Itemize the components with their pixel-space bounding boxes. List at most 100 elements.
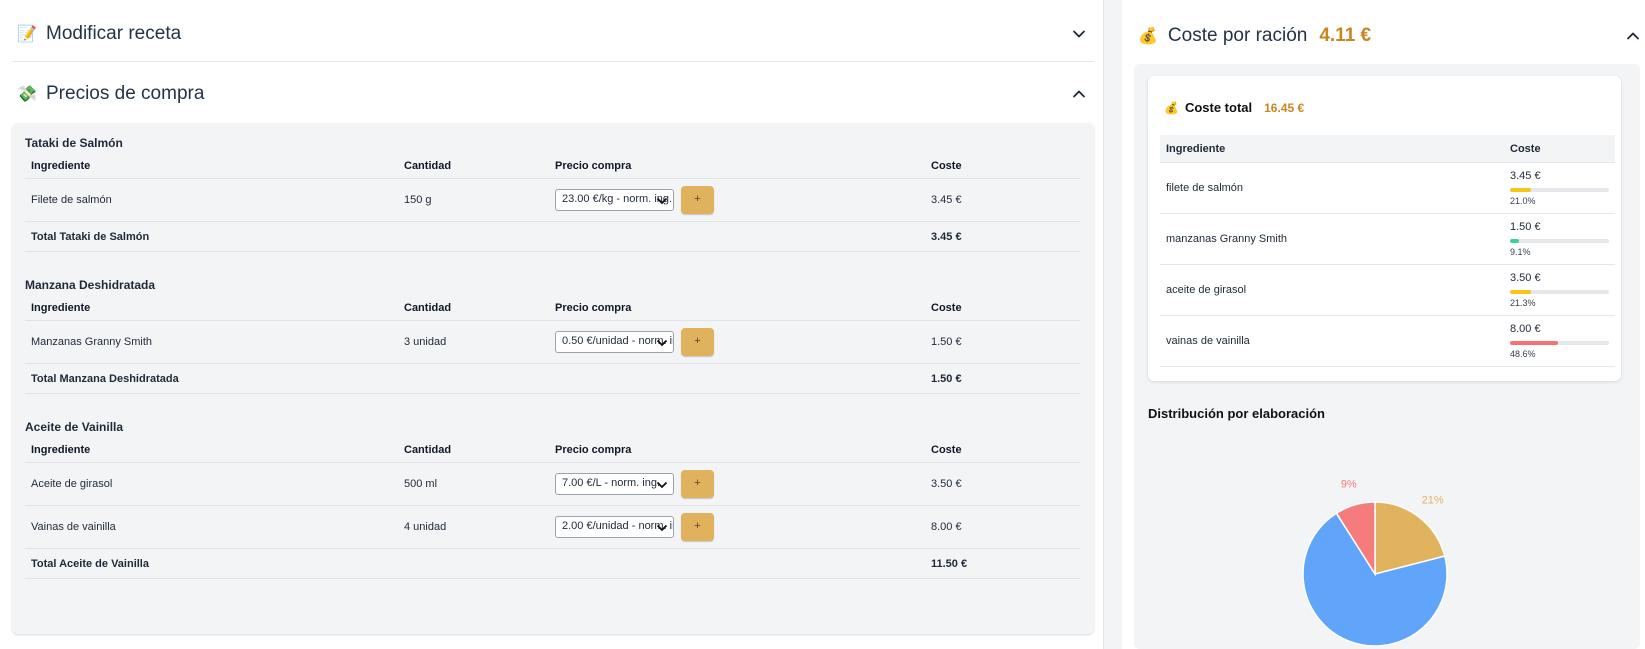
add-price-button[interactable]: +	[681, 470, 714, 498]
table-header-row: Ingrediente Cantidad Precio compra Coste	[25, 437, 1080, 463]
ingredient-name: filete de salmón	[1166, 182, 1244, 194]
ingredient-name: Aceite de girasol	[31, 478, 113, 490]
column-header-ingredient: Ingrediente	[31, 159, 91, 172]
column-header-purchase-price: Precio compra	[555, 159, 632, 172]
total-cost: 3.45 €	[931, 230, 962, 243]
column-header-cost: Coste	[931, 159, 962, 172]
ingredient-quantity: 4 unidad	[404, 521, 447, 533]
purchase-price-select[interactable]: 23.00 €/kg - norm. ing.	[555, 189, 674, 211]
money-bag-icon: 💰	[1138, 28, 1158, 45]
table-header-row: Ingrediente Coste	[1160, 135, 1615, 163]
chevron-down-icon[interactable]	[1072, 27, 1086, 41]
recipe-price-table: Ingrediente Cantidad Precio compra Coste…	[25, 153, 1080, 252]
cost-share-fill	[1510, 239, 1519, 243]
ingredient-cost: 1.50 €	[931, 336, 962, 348]
ingredient-name: Vainas de vainilla	[31, 521, 116, 533]
ingredient-cost: 1.50 €	[1510, 221, 1541, 233]
purchase-price-select[interactable]: 2.00 €/unidad - norm. ing.	[555, 516, 674, 538]
selected-price: 7.00 €/L - norm. ing.	[562, 477, 661, 489]
total-cost-card: 💰 Coste total 16.45 € Ingrediente Coste …	[1148, 76, 1621, 381]
memo-icon: 📝	[17, 25, 37, 43]
ingredient-cost: 3.50 €	[1510, 272, 1541, 284]
ingredient-name: manzanas Granny Smith	[1166, 233, 1288, 245]
total-label: Total Manzana Deshidratada	[31, 372, 179, 385]
cost-share-bar	[1510, 341, 1609, 345]
ingredient-name: Filete de salmón	[31, 194, 112, 206]
column-header-quantity: Cantidad	[404, 301, 452, 314]
column-header-quantity: Cantidad	[404, 159, 452, 172]
money-bag-icon: 💰	[1164, 100, 1179, 115]
cost-share-fill	[1510, 341, 1559, 345]
cost-share-bar	[1510, 239, 1609, 243]
recipe-price-table: Ingrediente Cantidad Precio compra Coste…	[25, 295, 1080, 394]
total-cost: 11.50 €	[931, 557, 968, 570]
modify-recipe-header[interactable]: 📝 Modificar receta	[12, 6, 1094, 62]
cost-panel: 💰 Coste total 16.45 € Ingrediente Coste …	[1134, 64, 1640, 649]
cost-share-percent: 48.6%	[1510, 349, 1536, 359]
column-header-purchase-price: Precio compra	[555, 443, 632, 456]
total-label: Total Aceite de Vainilla	[31, 557, 149, 570]
ingredient-cost: 3.50 €	[931, 478, 962, 490]
table-row: filete de salmón 3.45 € 21.0%	[1160, 163, 1615, 214]
pie-chart-svg: 21%70%9%	[1302, 479, 1448, 647]
modify-recipe-title: Modificar receta	[46, 22, 182, 44]
recipe-price-table: Ingrediente Cantidad Precio compra Coste…	[25, 437, 1080, 579]
ingredient-quantity: 3 unidad	[404, 336, 447, 348]
purchase-prices-card: Tataki de Salmón Ingrediente Cantidad Pr…	[12, 123, 1094, 634]
purchase-prices-header[interactable]: 💸 Precios de compra	[12, 66, 1094, 122]
chevron-down-icon	[656, 524, 668, 532]
cost-per-serving-title: Coste por ración	[1167, 25, 1308, 46]
cost-share-fill	[1510, 188, 1531, 192]
total-cost-heading: 💰 Coste total 16.45 €	[1164, 100, 1304, 115]
recipe-title: Aceite de Vainilla	[25, 420, 124, 434]
total-cost: 1.50 €	[931, 372, 962, 385]
table-row: Vainas de vainilla 4 unidad 2.00 €/unida…	[25, 506, 1080, 549]
ingredient-cost: 3.45 €	[1510, 170, 1541, 182]
table-row: manzanas Granny Smith 1.50 € 9.1%	[1160, 214, 1615, 265]
table-row: Filete de salmón 150 g 23.00 €/kg - norm…	[25, 179, 1080, 222]
recipe-title: Manzana Deshidratada	[25, 278, 156, 292]
total-label: Total Tataki de Salmón	[31, 230, 150, 243]
purchase-price-select[interactable]: 0.50 €/unidad - norm. ing.	[555, 331, 674, 353]
purchase-price-select[interactable]: 7.00 €/L - norm. ing.	[555, 473, 674, 495]
table-row: vainas de vainilla 8.00 € 48.6%	[1160, 316, 1615, 367]
cost-per-serving-header[interactable]: 💰 Coste por ración 4.11 €	[1130, 8, 1640, 64]
cost-share-bar	[1510, 188, 1609, 192]
cost-share-fill	[1510, 290, 1532, 294]
column-header-ingredient: Ingrediente	[1166, 142, 1226, 155]
pie-slice-label: 21%	[1422, 495, 1444, 507]
pie-slice-label: 9%	[1341, 479, 1357, 491]
recipe-title: Tataki de Salmón	[25, 136, 123, 150]
cost-share-bar	[1510, 290, 1609, 294]
chevron-up-icon[interactable]	[1626, 29, 1640, 43]
chevron-down-icon	[656, 481, 668, 489]
chevron-up-icon[interactable]	[1072, 87, 1086, 101]
total-row: Total Manzana Deshidratada 1.50 €	[25, 364, 1080, 394]
column-header-cost: Coste	[931, 443, 962, 456]
table-header-row: Ingrediente Cantidad Precio compra Coste	[25, 153, 1080, 179]
purchase-prices-title: Precios de compra	[46, 83, 205, 104]
ingredient-name: aceite de girasol	[1166, 284, 1247, 296]
ingredient-cost: 8.00 €	[1510, 323, 1541, 335]
column-header-quantity: Cantidad	[404, 443, 452, 456]
table-row: Manzanas Granny Smith 3 unidad 0.50 €/un…	[25, 321, 1080, 364]
add-price-button[interactable]: +	[681, 328, 714, 356]
total-cost-label: Coste total	[1184, 100, 1253, 115]
ingredient-quantity: 500 ml	[404, 478, 438, 490]
total-cost-value: 16.45 €	[1264, 100, 1305, 115]
money-wings-icon: 💸	[17, 86, 37, 103]
table-header-row: Ingrediente Cantidad Precio compra Coste	[25, 295, 1080, 321]
column-header-cost: Coste	[1510, 142, 1541, 155]
cost-share-percent: 21.3%	[1510, 298, 1536, 308]
ingredient-quantity: 150 g	[404, 194, 432, 206]
ingredient-cost: 8.00 €	[931, 521, 962, 533]
distribution-chart-title: Distribución por elaboración	[1148, 406, 1325, 421]
ingredient-name: vainas de vainilla	[1166, 335, 1250, 347]
add-price-button[interactable]: +	[681, 513, 714, 541]
add-price-button[interactable]: +	[681, 186, 714, 214]
chevron-down-icon	[656, 339, 668, 347]
cost-breakdown-table: Ingrediente Coste filete de salmón 3.45 …	[1160, 135, 1615, 367]
distribution-pie-chart: 21%70%9%	[1134, 426, 1640, 649]
cost-per-serving-value: 4.11 €	[1319, 25, 1372, 46]
table-row: aceite de girasol 3.50 € 21.3%	[1160, 265, 1615, 316]
